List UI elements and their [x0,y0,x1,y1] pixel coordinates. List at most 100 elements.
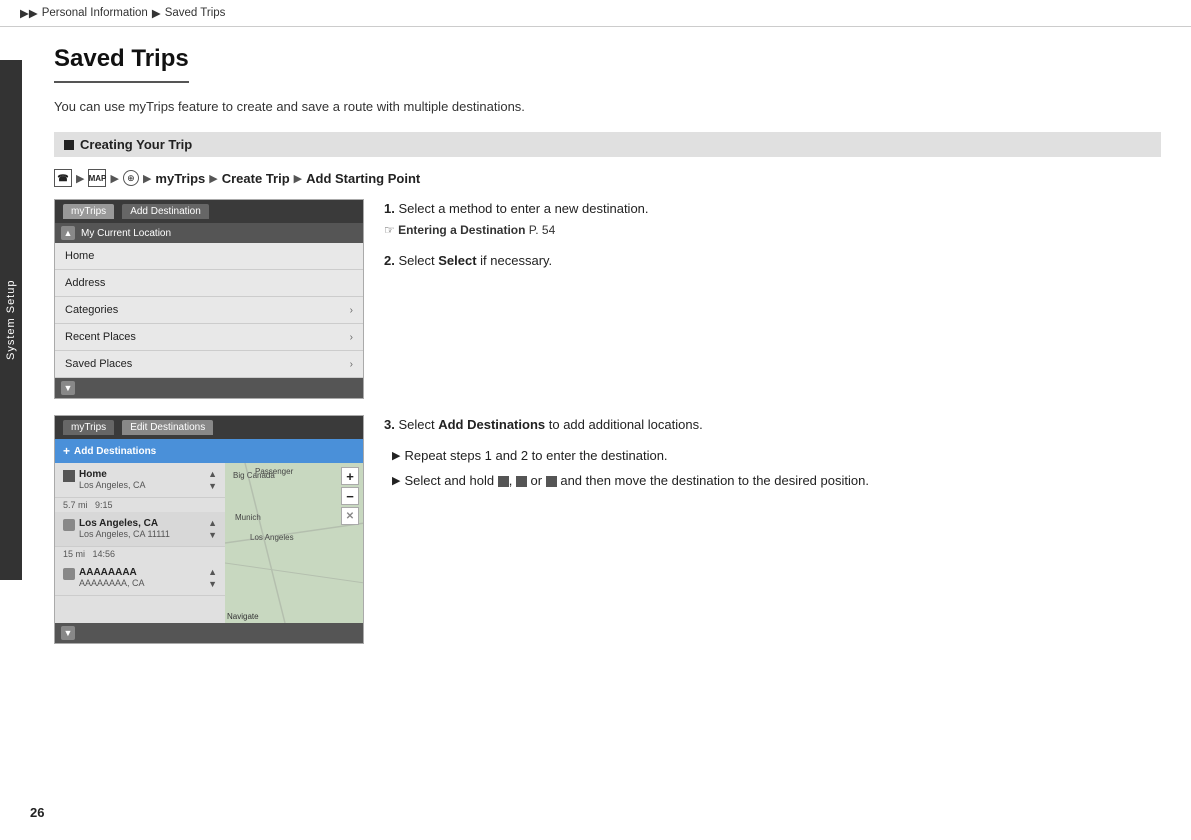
dest-arrow-up-1[interactable]: ▲ [208,469,217,479]
breadcrumb-arrow-1: ▶ [152,6,161,20]
section-heading-text: Creating Your Trip [80,137,192,152]
dest-item-1[interactable]: Home Los Angeles, CA ▲ ▼ [55,463,225,498]
add-destinations-label[interactable]: Add Destinations [74,446,156,457]
bullet-2: ▶ Select and hold , or and then move the… [384,471,1161,492]
icon-sym-3 [546,476,557,487]
instructions-1-2: 1. Select a method to enter a new destin… [384,199,1161,399]
nav-path: ☎ ▶ MAP ▶ ⊕ ▶ myTrips ▶ Create Trip ▶ Ad… [54,169,1161,187]
tab-add-destination[interactable]: Add Destination [122,204,209,219]
plus-icon: + [63,444,70,458]
zoom-out-btn[interactable]: − [341,487,359,505]
screen-bottom-bar-2: ▼ [55,623,363,643]
dest-title-1: Home [79,469,146,480]
bullet-text-2: Select and hold , or and then move the d… [404,471,868,492]
icon-sym-1 [498,476,509,487]
menu-item-categories[interactable]: Categories › [55,297,363,324]
bullet-1: ▶ Repeat steps 1 and 2 to enter the dest… [384,446,1161,467]
scroll-down-icon[interactable]: ▼ [61,381,75,395]
breadcrumb-arrows: ▶▶ [20,6,38,20]
scroll-up-icon[interactable]: ▲ [61,226,75,240]
nav-mytrips: myTrips [155,171,205,186]
screen-mockup-1: myTrips Add Destination ▲ My Current Loc… [54,199,364,399]
step-1: 1. Select a method to enter a new destin… [384,199,1161,241]
dest-arrow-down-1[interactable]: ▼ [208,481,217,491]
map-visual: Big Canada Passenger Munich Los Angeles … [225,463,363,623]
icon-sym-2 [516,476,527,487]
scroll-down-btn[interactable]: ▼ [61,626,75,640]
bullet-arrow-1: ▶ [392,448,400,466]
dest-icon-1 [63,470,75,482]
tab-edit-destinations[interactable]: Edit Destinations [122,420,213,435]
dest-title-2: Los Angeles, CA [79,518,170,529]
tab-mytrips-1[interactable]: myTrips [63,204,114,219]
dest-icon-3 [63,568,75,580]
page-number: 26 [30,805,44,820]
dest-side-icons-3: ▲ ▼ [208,567,217,589]
breadcrumb-item-2: Saved Trips [165,7,226,19]
step-2-text-before: Select [398,253,438,268]
dest-item-3[interactable]: AAAAAAAA AAAAAAAA, CA ▲ ▼ [55,561,225,596]
step-3-number: 3. [384,417,395,432]
content-row-2: myTrips Edit Destinations + Add Destinat… [54,415,1161,644]
screen-header-2: myTrips Edit Destinations [55,416,363,439]
instructions-3: 3. Select Add Destinations to add additi… [384,415,1161,644]
section-heading: Creating Your Trip [54,132,1161,157]
dest-arrow-up-2[interactable]: ▲ [208,518,217,528]
dest-side-icons-1: ▲ ▼ [208,469,217,491]
step-1-ref-page: P. 54 [529,223,555,237]
step-1-ref: Entering a Destination P. 54 [384,223,555,237]
breadcrumb-item-1: Personal Information [42,7,148,19]
step-3: 3. Select Add Destinations to add additi… [384,415,1161,436]
dest-item-2[interactable]: Los Angeles, CA Los Angeles, CA 11111 ▲ … [55,512,225,547]
screen-top-bar-1: ▲ My Current Location [55,223,363,243]
main-content: Saved Trips You can use myTrips feature … [24,27,1191,690]
dest-sub-1: Los Angeles, CA [79,480,146,490]
add-destinations-bar: + Add Destinations [55,439,363,463]
dest-arrow-up-3[interactable]: ▲ [208,567,217,577]
menu-item-home[interactable]: Home [55,243,363,270]
step-1-ref-label: Entering a Destination [398,223,525,237]
step-2-bold: Select [438,253,476,268]
phone-icon: ☎ [54,169,72,187]
dest-arrow-down-2[interactable]: ▼ [208,530,217,540]
menu-item-address[interactable]: Address [55,270,363,297]
chevron-icon-recent: › [350,332,353,343]
sidebar-label: System Setup [0,60,22,580]
chevron-icon-saved: › [350,359,353,370]
screen-body-1: Home Address Categories › Recent Places … [55,243,363,398]
chevron-icon-categories: › [350,305,353,316]
map-scale: Navigate [227,612,259,621]
map-icon: MAP [88,169,106,187]
dest-side-icons-2: ▲ ▼ [208,518,217,540]
step-2: 2. Select Select if necessary. [384,251,1161,272]
dest-text-2: Los Angeles, CA Los Angeles, CA 11111 [79,518,170,539]
dest-text-3: AAAAAAAA AAAAAAAA, CA [79,567,145,588]
map-close-btn[interactable]: ✕ [341,507,359,525]
dest-sub-2: Los Angeles, CA 11111 [79,529,170,539]
nav-add-starting-point: Add Starting Point [306,171,420,186]
dest-meta-1: 5.7 mi 9:15 [55,498,225,512]
step-2-number: 2. [384,253,395,268]
step-3-text-after: to add additional locations. [549,417,703,432]
step-2-text-after: if necessary. [480,253,552,268]
map-area: Home Los Angeles, CA ▲ ▼ 5.7 mi 9:15 [55,463,363,623]
screen-mockup-2: myTrips Edit Destinations + Add Destinat… [54,415,364,644]
destinations-list: Home Los Angeles, CA ▲ ▼ 5.7 mi 9:15 [55,463,225,623]
step-3-text-before: Select [398,417,438,432]
nav-create-trip: Create Trip [222,171,290,186]
dest-arrow-down-3[interactable]: ▼ [208,579,217,589]
breadcrumb: ▶▶ Personal Information ▶ Saved Trips [0,0,1191,27]
zoom-in-btn[interactable]: + [341,467,359,485]
tab-mytrips-2[interactable]: myTrips [63,420,114,435]
step-1-number: 1. [384,201,395,216]
bullet-arrow-2: ▶ [392,473,400,491]
section-heading-icon [64,140,74,150]
menu-item-saved-places[interactable]: Saved Places › [55,351,363,378]
current-location-label: My Current Location [81,228,171,239]
menu-item-recent-places[interactable]: Recent Places › [55,324,363,351]
dest-sub-3: AAAAAAAA, CA [79,578,145,588]
dest-meta-2: 15 mi 14:56 [55,547,225,561]
screen-header-1: myTrips Add Destination [55,200,363,223]
map-btn-group: + − ✕ [341,467,359,525]
dest-title-3: AAAAAAAA [79,567,145,578]
